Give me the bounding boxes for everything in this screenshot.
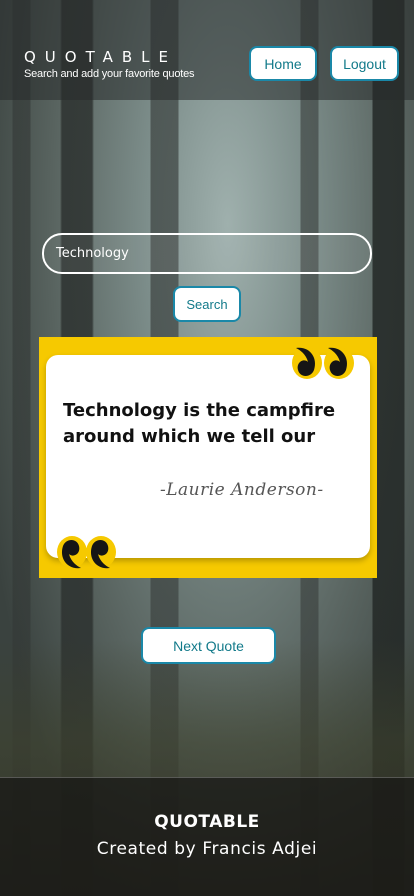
footer-title: QUOTABLE bbox=[154, 812, 260, 832]
next-quote-button[interactable]: Next Quote bbox=[141, 627, 276, 664]
top-header: QUOTABLE Search and add your favorite qu… bbox=[0, 0, 414, 100]
logout-button[interactable]: Logout bbox=[330, 46, 399, 81]
quote-card bbox=[46, 355, 370, 558]
footer-credit: Created by Francis Adjei bbox=[96, 839, 318, 859]
quote-close-icon bbox=[292, 347, 354, 379]
home-button[interactable]: Home bbox=[249, 46, 317, 81]
brand-subtitle: Search and add your favorite quotes bbox=[24, 68, 195, 80]
page-footer bbox=[0, 777, 414, 896]
search-input[interactable]: Technology bbox=[42, 233, 372, 274]
quote-author: -Laurie Anderson- bbox=[160, 480, 324, 500]
quote-open-icon bbox=[57, 536, 116, 569]
brand-title: QUOTABLE bbox=[24, 48, 177, 66]
quote-text: Technology is the campfire around which … bbox=[63, 400, 336, 447]
search-button[interactable]: Search bbox=[173, 286, 241, 322]
